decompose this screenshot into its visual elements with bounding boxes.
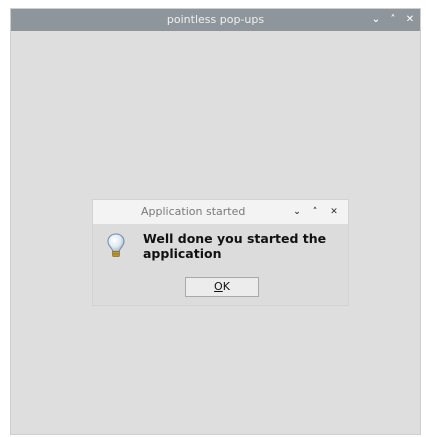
- close-icon[interactable]: ✕: [402, 12, 418, 28]
- dialog-title: Application started: [141, 205, 246, 218]
- message-dialog: Application started ⌄ ˄ ✕ Well done you …: [92, 199, 349, 306]
- lightbulb-icon: [107, 233, 125, 257]
- dialog-maximize-icon[interactable]: ˄: [308, 205, 322, 219]
- window-titlebar[interactable]: pointless pop-ups ⌄ ˄ ✕: [11, 9, 420, 31]
- ok-button[interactable]: OK: [185, 277, 259, 297]
- minimize-icon[interactable]: ⌄: [368, 12, 384, 28]
- dialog-minimize-icon[interactable]: ⌄: [290, 205, 304, 219]
- dialog-close-icon[interactable]: ✕: [327, 205, 341, 219]
- ok-label-rest: K: [222, 280, 230, 293]
- dialog-titlebar[interactable]: Application started ⌄ ˄ ✕: [93, 200, 348, 224]
- ok-mnemonic: O: [214, 280, 223, 293]
- dialog-message: Well done you started the application: [143, 231, 327, 261]
- maximize-icon[interactable]: ˄: [385, 12, 401, 28]
- window-title: pointless pop-ups: [166, 13, 265, 26]
